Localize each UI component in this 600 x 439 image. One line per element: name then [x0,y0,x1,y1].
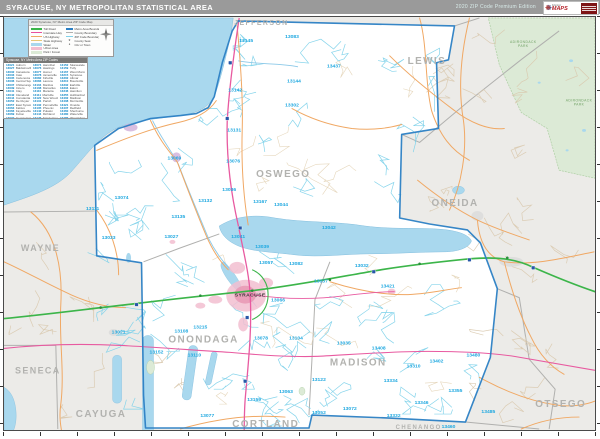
legend-item: ● City or Town [66,43,99,47]
zip-code-label: 13135 [171,214,185,220]
title-bar: SYRACUSE, NY METROPOLITAN STATISTICAL AR… [0,0,600,14]
legend-swatch [66,32,73,34]
zip-code-label: 13437 [327,64,341,70]
park-label: PARK [518,44,529,48]
ruler-ticks-bottom [3,432,596,436]
zip-code-label: 13460 [442,424,456,430]
zip-code-label: 13122 [312,377,326,383]
county-label: MADISON [330,357,387,368]
zip-code-label: 13310 [407,363,421,369]
county-label: CHENANGO [396,425,442,430]
logo-side-panel [581,2,597,14]
legend-swatch [66,36,73,38]
zip-index-row: 13485West Edmeston [60,116,85,119]
compass-logo-icon: ❋ [545,4,551,12]
county-label: CAYUGA [76,409,127,420]
zip-index-row: 13072 Georgetown [6,116,31,119]
zip-code-label: 13159 [247,397,261,403]
zip-code-label: 13078 [254,335,268,341]
zip-code-label: 13041 [231,234,245,240]
county-label: OSWEGO [256,169,310,180]
zip-code-label: 13032 [355,263,369,269]
zip-code-label: 13421 [381,284,395,290]
zip-code-label: 13104 [289,335,303,341]
zip-code-label: 13408 [372,345,386,351]
zip-code-label: 13145 [239,38,253,44]
legend-swatch [31,28,42,30]
zip-code-label: 13402 [430,358,444,364]
zip-code-label: 13035 [337,340,351,346]
zip-code-label: 13332 [387,413,401,419]
zip-code-label: 13083 [285,34,299,40]
map-title: SYRACUSE, NY METROPOLITAN STATISTICAL AR… [6,2,214,12]
city-label: SYRACUSE [235,293,266,299]
county-label: ONEIDA [432,198,479,209]
legend-symbol-list: Metro Area BoundaryCounty BoundaryZIP Co… [66,27,99,54]
zip-code-label: 13144 [287,79,301,85]
zip-code-label: 13052 [312,410,326,416]
legend-swatch [31,43,42,46]
legend: 2020 Syracuse, NY Metro Area ZIP Code Ma… [28,19,114,57]
county-label: ONONDAGA [168,334,238,345]
logo-brand: MAPS [551,5,568,12]
zip-code-index: Syracuse, NY Metro Area ZIP Codes 13021 A… [3,57,88,119]
zip-code-label: 13111 [86,206,100,212]
map-document: SYRACUSE, NY METROPOLITAN STATISTICAL AR… [0,0,600,439]
zip-code-label: 13131 [227,127,241,133]
legend-swatch [66,28,73,30]
zip-code-label: 13042 [322,225,336,231]
zip-code-label: 13033 [102,235,116,241]
zip-code-label: 13110 [188,352,202,358]
zip-code-label: 13066 [271,298,285,304]
legend-item-label: City or Town [74,42,91,47]
zip-code-label: 13142 [228,88,242,94]
zip-code-label: 13063 [279,389,293,395]
zip-code-label: 13069 [168,155,182,161]
county-label: CORTLAND [232,419,299,430]
zip-code-label: 13485 [481,409,495,415]
county-label: OTSEGO [535,399,586,410]
legend-swatch [31,36,42,38]
county-label: JEFFERSON [234,20,288,27]
zip-code-label: 13021 [112,329,126,335]
legend-swatch [31,32,42,34]
zip-code-label: 13082 [289,261,303,267]
zip-code-label: 13302 [285,103,299,109]
zip-code-label: 13037 [314,279,328,285]
legend-line-swatches: Toll Road Interstate Hwy US Highway State H… [31,27,66,54]
legend-swatch: ● [68,42,71,46]
zip-code-label: 13074 [115,195,129,201]
zip-code-label: 13355 [449,388,463,394]
zip-code-label: 13346 [415,400,429,406]
zip-code-label: 13108 [174,328,188,334]
zip-index-row: 13145Sandy Creek [33,116,58,119]
zip-code-label: 13027 [165,234,179,240]
zip-code-label: 13076 [226,158,240,164]
zip-code-label: 13480 [466,352,480,358]
zip-code-label: 13152 [150,349,164,355]
compass-rose-icon [99,27,112,54]
park-label: PARK [574,103,585,107]
county-label: SENECA [15,365,61,375]
zip-code-label: 13044 [274,202,288,208]
zip-code-label: 13057 [259,260,273,266]
zip-code-label: 13215 [193,324,207,330]
zip-code-label: 13334 [384,378,398,384]
zip-code-label: 13036 [222,187,236,193]
map-canvas: ADIRONDACKPARKADIRONDACKPARKJEFFERSONLEW… [4,17,595,430]
zip-code-label: 13072 [343,406,357,412]
county-label: LEWIS [408,56,446,67]
zip-code-label: 13077 [200,413,214,419]
publisher-logo: ❋ Market MAPS [543,1,599,15]
edition-label: 2020 ZIP Code Premium Edition [455,4,536,10]
legend-swatch [31,46,42,50]
zip-code-label: 13132 [198,198,212,204]
county-label: WAYNE [21,243,60,253]
legend-swatch [31,40,42,42]
map-frame: ADIRONDACK PARK ADIRONDACK PARK JEFFERSON LEW… [3,16,596,431]
zip-code-label: 13167 [253,199,267,205]
zip-code-label: 13039 [255,244,269,250]
